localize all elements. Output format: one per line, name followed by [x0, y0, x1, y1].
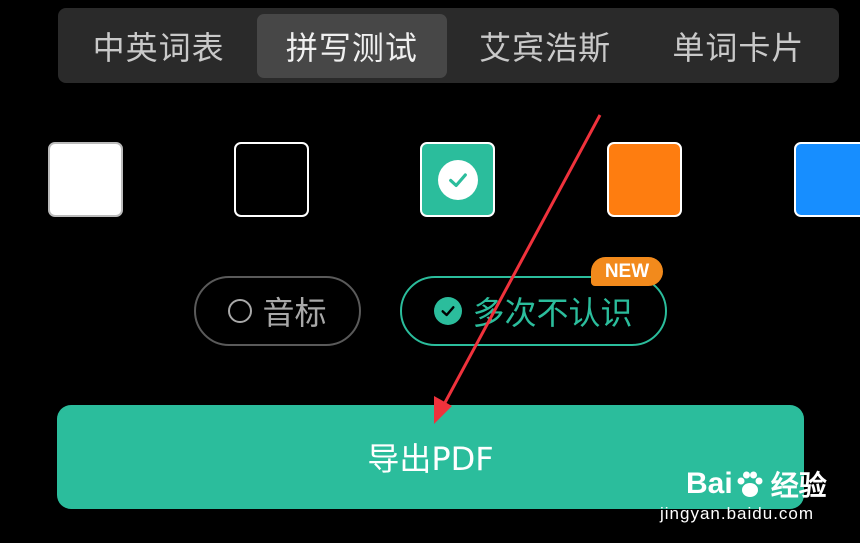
tab-bar: 中英词表 拼写测试 艾宾浩斯 单词卡片	[58, 8, 839, 83]
check-circle-icon	[437, 159, 478, 200]
multiple-unknown-label: 多次不认识	[472, 294, 633, 332]
tab-word-cards[interactable]: 单词卡片	[644, 14, 833, 78]
phonetic-toggle[interactable]: 音标	[194, 276, 361, 346]
check-circle-icon	[434, 297, 463, 325]
new-badge: NEW	[591, 257, 663, 286]
baidu-logo: Bai 经验	[686, 467, 827, 501]
color-swatch-orange[interactable]	[607, 142, 682, 217]
color-swatch-white[interactable]	[48, 142, 123, 217]
phonetic-label: 音标	[262, 294, 327, 332]
watermark-url: jingyan.baidu.com	[660, 504, 815, 523]
radio-empty-icon	[228, 299, 253, 323]
baidu-watermark: Bai 经验 jingyan.baidu.com	[660, 450, 860, 543]
tab-word-list[interactable]: 中英词表	[64, 14, 253, 78]
paw-icon	[737, 471, 763, 497]
color-swatch-blue[interactable]	[794, 142, 860, 217]
tab-ebbinghaus[interactable]: 艾宾浩斯	[451, 14, 640, 78]
multiple-unknown-toggle[interactable]: 多次不认识	[400, 276, 667, 346]
color-swatch-green[interactable]	[420, 142, 495, 217]
color-swatch-black[interactable]	[234, 142, 309, 217]
tab-spelling-test[interactable]: 拼写测试	[257, 13, 447, 78]
export-pdf-label: 导出PDF	[367, 440, 494, 478]
